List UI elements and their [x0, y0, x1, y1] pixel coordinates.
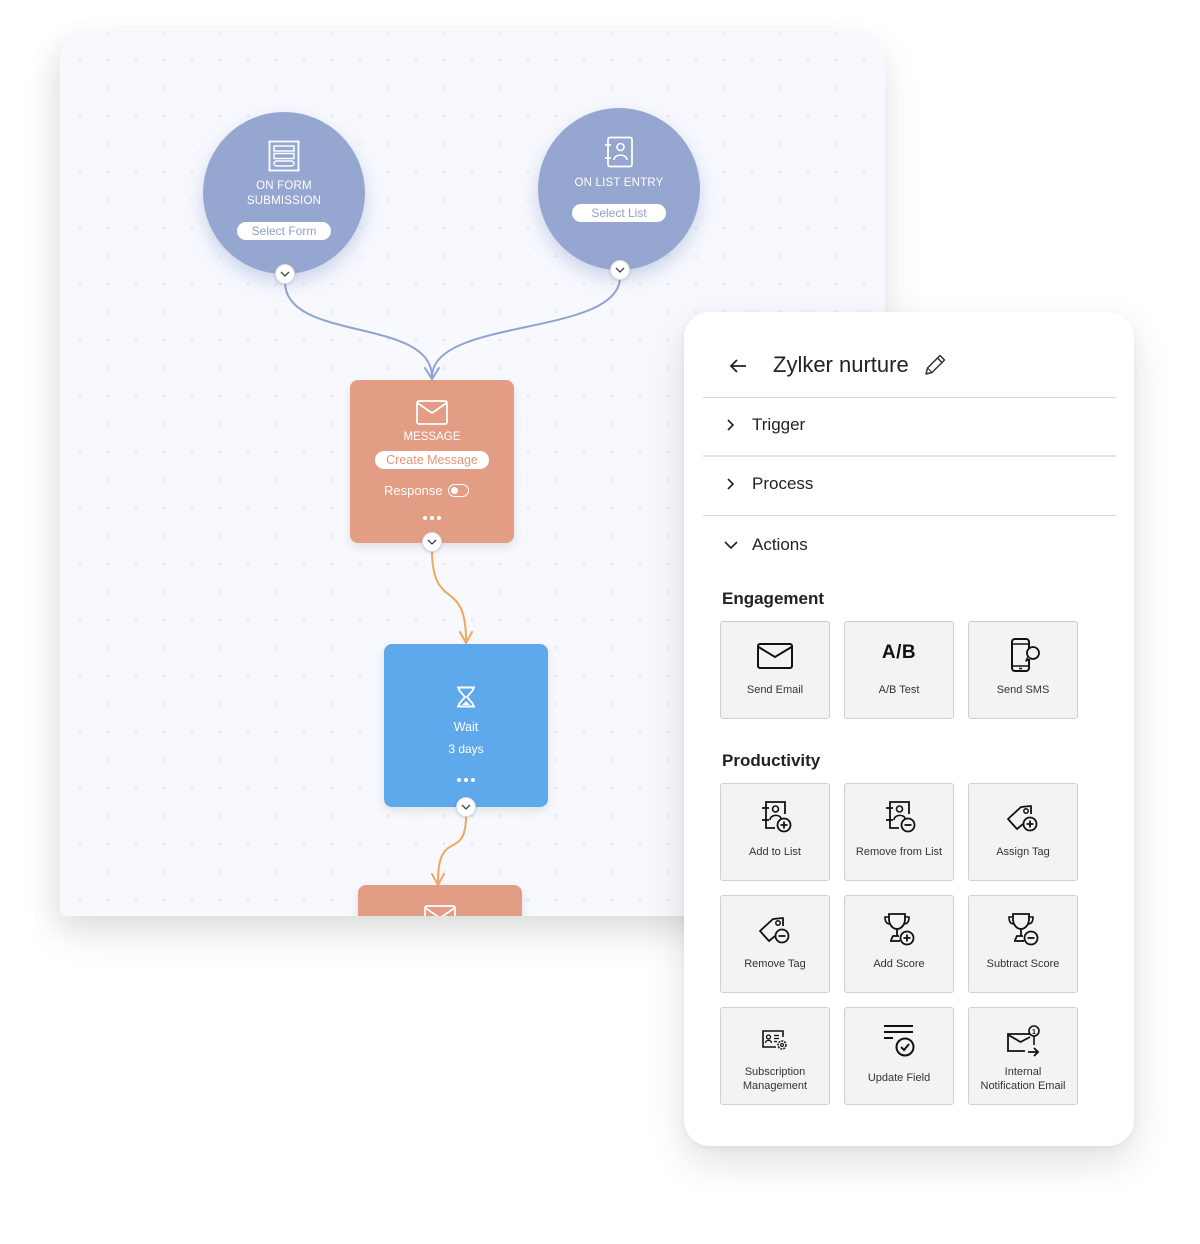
trophy-add-icon [884, 913, 915, 946]
select-form-button[interactable]: Select Form [236, 222, 332, 240]
action-send-sms[interactable]: Send SMS [968, 621, 1078, 719]
accordion-label: Process [752, 474, 814, 493]
wait-duration: 3 days [448, 742, 484, 756]
trigger-form-submission[interactable]: ON FORM SUBMISSION Select Form [203, 112, 365, 274]
action-remove-from-list[interactable]: Remove from List [844, 783, 954, 881]
action-add-score[interactable]: Add Score [844, 895, 954, 993]
notification-badge: 1 [1032, 1029, 1036, 1036]
ab-test-icon: A/B [881, 642, 917, 663]
action-label: Add Score [873, 958, 925, 970]
action-label-line: Management [742, 1079, 808, 1092]
envelope-icon [416, 400, 448, 425]
tag-add-icon [1007, 805, 1038, 832]
workflow-title: Zylker nurture [773, 352, 909, 377]
action-remove-tag[interactable]: Remove Tag [720, 895, 830, 993]
expand-trigger-list-button[interactable] [610, 260, 630, 280]
section-title-engagement: Engagement [722, 589, 825, 608]
trigger-list-entry[interactable]: ON LIST ENTRY Select List [538, 108, 700, 270]
create-message-button[interactable]: Create Message [375, 451, 489, 469]
chevron-down-icon [724, 541, 738, 550]
hourglass-icon [457, 686, 475, 708]
notification-email-icon: 1 [1007, 1025, 1040, 1057]
pencil-icon[interactable] [922, 352, 948, 378]
message-node[interactable]: MESSAGE Create Message Response [350, 380, 514, 543]
next-message-node[interactable] [358, 885, 522, 916]
action-internal-notification-email[interactable]: 1 Internal Notification Email [968, 1007, 1078, 1105]
action-label-line: Notification Email [980, 1079, 1066, 1092]
update-field-icon [884, 1025, 915, 1057]
action-label: Subtract Score [986, 958, 1060, 970]
action-assign-tag[interactable]: Assign Tag [968, 783, 1078, 881]
action-label: Send Email [746, 684, 804, 696]
chevron-down-icon [280, 271, 290, 277]
message-node-title: MESSAGE [403, 431, 461, 443]
action-label: Remove Tag [744, 958, 806, 970]
wait-title: Wait [453, 720, 479, 734]
expand-trigger-form-button[interactable] [275, 264, 295, 284]
action-subtract-score[interactable]: Subtract Score [968, 895, 1078, 993]
accordion-label: Trigger [752, 415, 806, 434]
wait-more-button[interactable] [384, 778, 548, 782]
message-more-button[interactable] [350, 516, 514, 520]
action-send-email[interactable]: Send Email [720, 621, 830, 719]
list-remove-icon [886, 801, 916, 833]
panel-header: Zylker nurture [684, 348, 1134, 388]
divider [703, 515, 1116, 516]
response-label: Response [384, 483, 443, 498]
action-subscription-management[interactable]: Subscription Management [720, 1007, 830, 1105]
form-icon [268, 140, 300, 172]
accordion-trigger[interactable]: Trigger [684, 406, 1134, 446]
select-list-button[interactable]: Select List [572, 204, 666, 222]
action-ab-test[interactable]: A/B A/B Test [844, 621, 954, 719]
divider [703, 397, 1116, 398]
wait-node[interactable]: Wait 3 days [384, 644, 548, 807]
action-add-to-list[interactable]: Add to List [720, 783, 830, 881]
phone-chat-icon [1011, 638, 1040, 672]
expand-wait-button[interactable] [456, 797, 476, 817]
action-label: Assign Tag [996, 846, 1050, 858]
action-label: Update Field [867, 1072, 931, 1084]
trigger-title: ON LIST ENTRY [574, 177, 664, 189]
chevron-right-icon [727, 419, 735, 431]
connector-form-to-message [284, 281, 433, 378]
contact-list-icon [605, 136, 633, 168]
subscription-settings-icon [762, 1030, 787, 1050]
trigger-title-line: SUBMISSION [246, 195, 322, 207]
action-label: Subscription Management [721, 1066, 829, 1093]
action-label-line: Subscription [744, 1066, 806, 1078]
accordion-process[interactable]: Process [684, 465, 1134, 505]
action-label: Remove from List [855, 846, 943, 858]
back-arrow-icon[interactable] [726, 354, 750, 378]
expand-message-button[interactable] [422, 532, 442, 552]
chevron-down-icon [427, 539, 437, 545]
accordion-actions[interactable]: Actions [684, 526, 1134, 566]
envelope-icon [424, 905, 456, 916]
accordion-label: Actions [752, 535, 808, 554]
trophy-remove-icon [1008, 913, 1039, 946]
response-toggle[interactable] [447, 484, 469, 497]
action-update-field[interactable]: Update Field [844, 1007, 954, 1105]
chevron-down-icon [461, 804, 471, 810]
section-title-productivity: Productivity [722, 751, 821, 770]
envelope-icon [757, 643, 793, 669]
connector-message-to-wait [431, 549, 467, 641]
action-label: Internal Notification Email [969, 1066, 1077, 1093]
divider [703, 455, 1116, 457]
chevron-right-icon [727, 478, 735, 490]
tag-remove-icon [759, 917, 790, 944]
action-label: Add to List [749, 846, 801, 858]
list-add-icon [762, 801, 792, 833]
action-label-line: Internal [1004, 1066, 1042, 1078]
actions-panel: Zylker nurture Trigger Process Actions E… [684, 312, 1134, 1146]
connector-wait-to-next [437, 815, 467, 883]
action-label: Send SMS [996, 684, 1050, 696]
chevron-down-icon [615, 267, 625, 273]
connector-list-to-message [431, 276, 621, 378]
trigger-title-line: ON FORM [256, 180, 312, 192]
action-label: A/B Test [878, 684, 920, 696]
